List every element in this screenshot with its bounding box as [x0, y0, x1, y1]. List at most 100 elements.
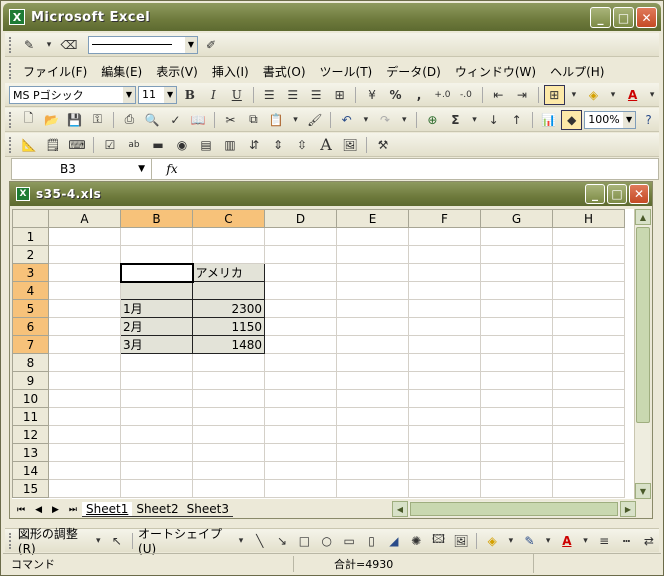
horizontal-scrollbar[interactable]: ◀ ▶: [392, 501, 636, 517]
menu-format[interactable]: 書式(O): [256, 63, 313, 80]
cell-c10[interactable]: [192, 389, 265, 408]
row-header[interactable]: 10: [12, 389, 49, 408]
cell-g3[interactable]: [480, 263, 553, 282]
cell-d3[interactable]: [264, 263, 337, 282]
cell-h10[interactable]: [552, 389, 625, 408]
row-header[interactable]: 9: [12, 371, 49, 390]
permission-icon[interactable]: ⚿: [87, 110, 108, 130]
cell-f8[interactable]: [408, 353, 481, 372]
cell-d6[interactable]: [264, 317, 337, 336]
decrease-indent-icon[interactable]: ⇤: [488, 85, 509, 105]
line-style-combo[interactable]: ▼: [88, 35, 198, 54]
last-sheet-icon[interactable]: ⏭: [69, 505, 77, 515]
cell-a3[interactable]: [48, 263, 121, 282]
cell-a7[interactable]: [48, 335, 121, 354]
minimize-button[interactable]: _: [590, 7, 611, 28]
cell-h14[interactable]: [552, 461, 625, 480]
row-header[interactable]: 13: [12, 443, 49, 462]
cell-c13[interactable]: [192, 443, 265, 462]
properties-icon[interactable]: 🗒: [42, 135, 64, 155]
chevron-down-icon[interactable]: ▼: [623, 111, 636, 128]
workbook-maximize-button[interactable]: □: [607, 184, 627, 204]
column-header[interactable]: B: [120, 209, 193, 228]
cell-e15[interactable]: [336, 479, 409, 498]
image-icon[interactable]: 🖼: [339, 135, 361, 155]
cell-g15[interactable]: [480, 479, 553, 498]
cell-g13[interactable]: [480, 443, 553, 462]
currency-icon[interactable]: ¥: [361, 85, 382, 105]
cell-a2[interactable]: [48, 245, 121, 264]
column-header[interactable]: C: [192, 209, 265, 228]
picture-icon[interactable]: 🖼: [451, 531, 471, 551]
cell-b9[interactable]: [120, 371, 193, 390]
cell-b5[interactable]: 1月: [120, 299, 193, 318]
cell-e12[interactable]: [336, 425, 409, 444]
close-button[interactable]: ✕: [636, 7, 657, 28]
save-icon[interactable]: 💾: [64, 110, 85, 130]
cell-e8[interactable]: [336, 353, 409, 372]
cell-c15[interactable]: [192, 479, 265, 498]
cell-h13[interactable]: [552, 443, 625, 462]
cell-g4[interactable]: [480, 281, 553, 300]
cell-b13[interactable]: [120, 443, 193, 462]
column-header[interactable]: F: [408, 209, 481, 228]
row-header[interactable]: 7: [12, 335, 49, 354]
cell-b14[interactable]: [120, 461, 193, 480]
column-header[interactable]: E: [336, 209, 409, 228]
cell-a8[interactable]: [48, 353, 121, 372]
cell-f11[interactable]: [408, 407, 481, 426]
cell-c14[interactable]: [192, 461, 265, 480]
diagram-icon[interactable]: ✺: [406, 531, 426, 551]
cell-f4[interactable]: [408, 281, 481, 300]
autoshape-menu[interactable]: オートシェイプ(U): [138, 525, 233, 556]
cell-g10[interactable]: [480, 389, 553, 408]
wordart-icon[interactable]: ◢: [384, 531, 404, 551]
cell-g2[interactable]: [480, 245, 553, 264]
arrow-tool-icon[interactable]: ↘: [272, 531, 292, 551]
cell-c11[interactable]: [192, 407, 265, 426]
row-header[interactable]: 15: [12, 479, 49, 498]
border-color-icon[interactable]: ✐: [200, 35, 222, 55]
cell-d2[interactable]: [264, 245, 337, 264]
cell-d5[interactable]: [264, 299, 337, 318]
chevron-down-icon[interactable]: ▾: [504, 531, 517, 551]
cell-d11[interactable]: [264, 407, 337, 426]
chevron-down-icon[interactable]: ▼: [185, 36, 197, 53]
cell-d15[interactable]: [264, 479, 337, 498]
cell-a10[interactable]: [48, 389, 121, 408]
cell-e7[interactable]: [336, 335, 409, 354]
cell-a14[interactable]: [48, 461, 121, 480]
increase-decimal-button[interactable]: +.0: [432, 85, 453, 105]
increase-indent-icon[interactable]: ⇥: [511, 85, 532, 105]
label-button[interactable]: A: [315, 135, 337, 155]
comma-button[interactable]: ,: [408, 85, 429, 105]
font-size-combo[interactable]: 11 ▼: [137, 85, 178, 104]
cell-g8[interactable]: [480, 353, 553, 372]
workbook-close-button[interactable]: ✕: [629, 184, 649, 204]
chevron-down-icon[interactable]: ▾: [542, 531, 555, 551]
toolbar-grip[interactable]: [9, 532, 12, 549]
menu-help[interactable]: ヘルプ(H): [543, 63, 611, 80]
cell-a13[interactable]: [48, 443, 121, 462]
borders-icon[interactable]: ⊞: [543, 84, 566, 105]
first-sheet-icon[interactable]: ⏮: [17, 505, 25, 515]
chart-wizard-icon[interactable]: 📊: [538, 110, 559, 130]
line-color-icon[interactable]: ✎: [519, 531, 539, 551]
spelling-icon[interactable]: ✓: [165, 110, 186, 130]
font-color-button[interactable]: A: [622, 85, 643, 105]
chevron-down-icon[interactable]: ▾: [567, 85, 581, 105]
sort-descending-icon[interactable]: ↑: [506, 110, 527, 130]
cell-b15[interactable]: [120, 479, 193, 498]
menu-tools[interactable]: ツール(T): [313, 63, 380, 80]
hyperlink-icon[interactable]: ⊕: [422, 110, 443, 130]
menu-window[interactable]: ウィンドウ(W): [448, 63, 543, 80]
cut-icon[interactable]: ✂: [220, 110, 241, 130]
column-header[interactable]: G: [480, 209, 553, 228]
print-preview-icon[interactable]: 🔍: [142, 110, 163, 130]
cell-h9[interactable]: [552, 371, 625, 390]
workbook-minimize-button[interactable]: _: [585, 184, 605, 204]
scrollbar-icon[interactable]: ⇳: [291, 135, 313, 155]
toggle-button-icon[interactable]: ⇵: [243, 135, 265, 155]
cell-g1[interactable]: [480, 227, 553, 246]
cell-f7[interactable]: [408, 335, 481, 354]
